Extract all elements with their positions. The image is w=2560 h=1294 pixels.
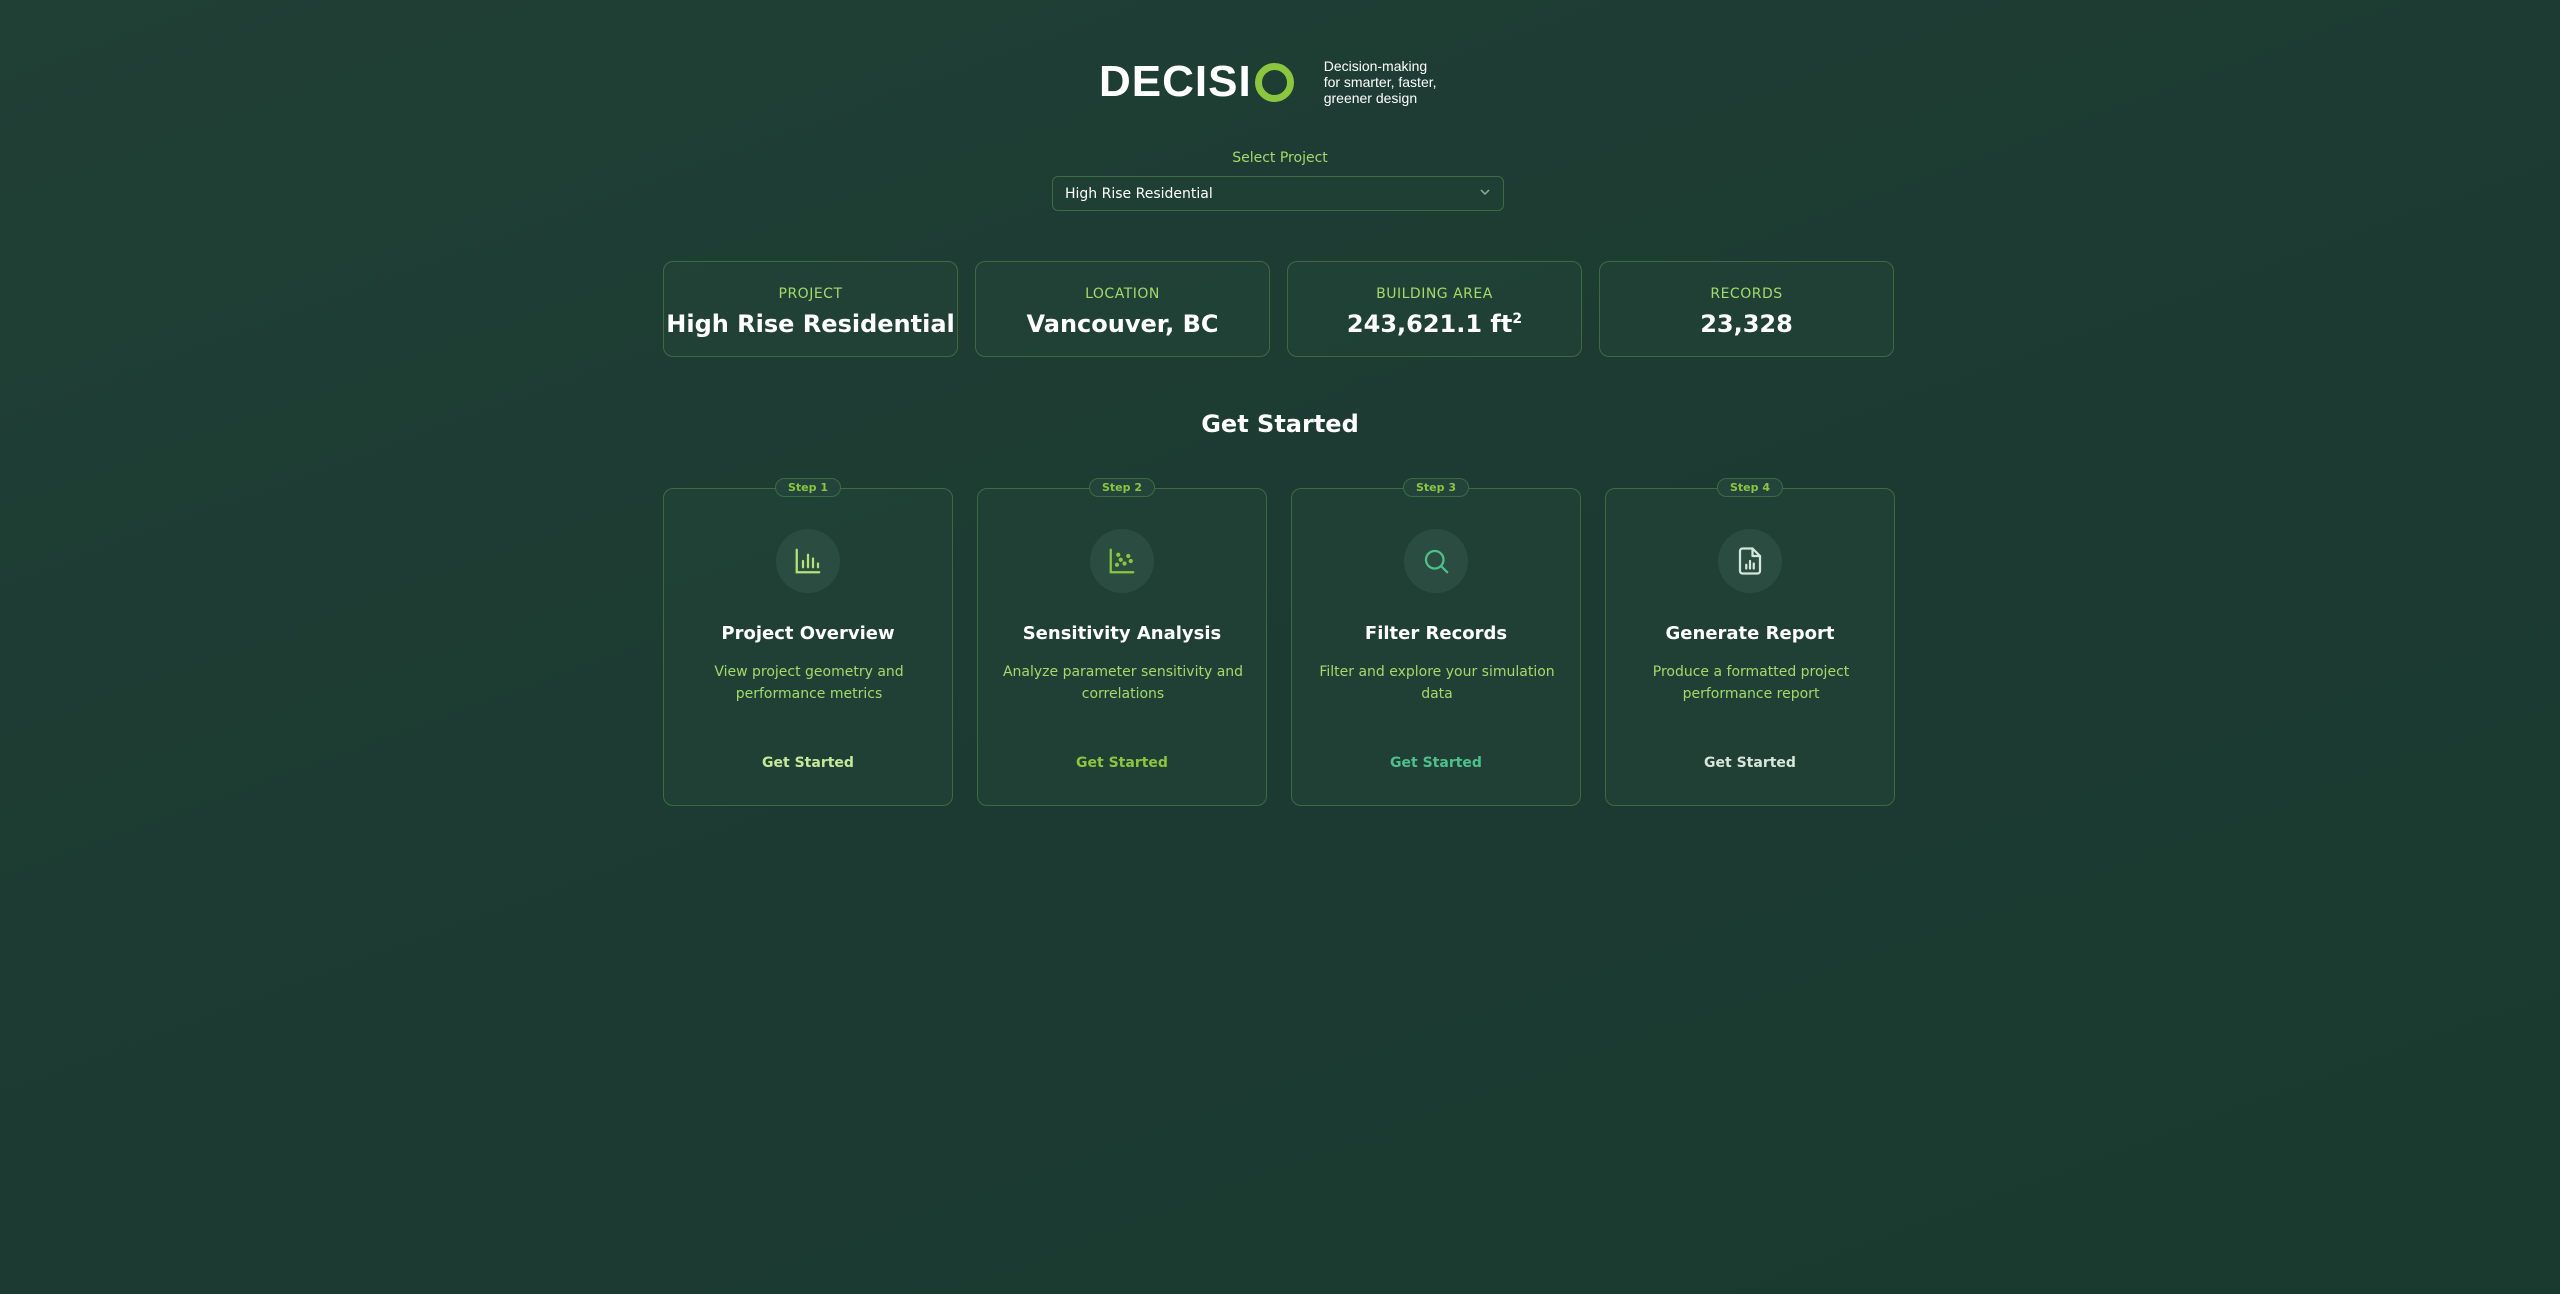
stat-label: LOCATION [1085, 286, 1160, 302]
step-title: Generate Report [1665, 623, 1835, 644]
document-chart-icon [1718, 529, 1782, 593]
stat-value: 23,328 [1700, 310, 1793, 338]
step-title: Sensitivity Analysis [1022, 623, 1222, 644]
step-card-generate-report[interactable]: Step 4 Generate Report Produce a formatt… [1605, 478, 1895, 806]
stat-card-building-area: BUILDING AREA 243,621.1 ft2 [1287, 261, 1582, 357]
stat-card-location: LOCATION Vancouver, BC [975, 261, 1270, 357]
step-badge: Step 2 [1089, 478, 1155, 497]
step-title: Project Overview [721, 623, 895, 644]
tagline-line: greener design [1323, 90, 1418, 106]
brand-header: DECISI Decision-making for smarter, fast… [1099, 58, 1464, 106]
get-started-title: Get Started [1201, 410, 1359, 438]
step-card-sensitivity-analysis[interactable]: Step 2 Sensitivity Analysis Analyze para… [977, 478, 1267, 806]
search-icon [1404, 529, 1468, 593]
stat-value: 243,621.1 ft [1346, 310, 1513, 338]
stat-value-wrap: 243,621.1 ft2 [1288, 310, 1581, 338]
chevron-down-icon [1479, 186, 1491, 201]
step-card-project-overview[interactable]: Step 1 Project Overview View project geo… [663, 478, 953, 806]
bar-chart-icon [776, 529, 840, 593]
logo: DECISI [1099, 60, 1294, 104]
scatter-chart-icon [1090, 529, 1154, 593]
project-stats: PROJECT High Rise Residential LOCATION V… [663, 261, 1894, 357]
stat-card-records: RECORDS 23,328 [1599, 261, 1894, 357]
step-card-filter-records[interactable]: Step 3 Filter Records Filter and explore… [1291, 478, 1581, 806]
get-started-link[interactable]: Get Started [978, 755, 1266, 771]
step-badge: Step 3 [1403, 478, 1469, 497]
tagline-line: for smarter, faster, [1323, 74, 1437, 90]
stat-card-project: PROJECT High Rise Residential [663, 261, 958, 357]
select-project-label: Select Project [1232, 150, 1328, 166]
stat-unit-superscript: 2 [1512, 311, 1523, 327]
step-description: View project geometry and performance me… [714, 664, 904, 702]
step-description: Produce a formatted project performance … [1652, 664, 1850, 702]
stat-label: RECORDS [1710, 286, 1783, 302]
step-title: Filter Records [1364, 623, 1508, 644]
get-started-link[interactable]: Get Started [664, 755, 952, 771]
step-badge: Step 4 [1717, 478, 1783, 497]
logo-o-ring-icon [1254, 62, 1294, 102]
tagline-line: Decision-making [1323, 58, 1428, 74]
tagline: Decision-making for smarter, faster, gre… [1324, 58, 1464, 106]
step-badge: Step 1 [775, 478, 841, 497]
stat-label: BUILDING AREA [1376, 286, 1493, 302]
step-description: Filter and explore your simulation data [1319, 664, 1555, 702]
stat-value: High Rise Residential [666, 310, 955, 338]
logo-text: DECISI [1099, 57, 1252, 106]
stat-value: Vancouver, BC [1026, 310, 1219, 338]
get-started-link[interactable]: Get Started [1606, 755, 1894, 771]
project-select[interactable]: High Rise Residential [1052, 176, 1504, 211]
stat-label: PROJECT [778, 286, 843, 302]
steps-row: Step 1 Project Overview View project geo… [663, 478, 1895, 806]
project-select-value: High Rise Residential [1065, 185, 1213, 202]
step-description: Analyze parameter sensitivity and correl… [1002, 664, 1244, 702]
get-started-link[interactable]: Get Started [1292, 755, 1580, 771]
